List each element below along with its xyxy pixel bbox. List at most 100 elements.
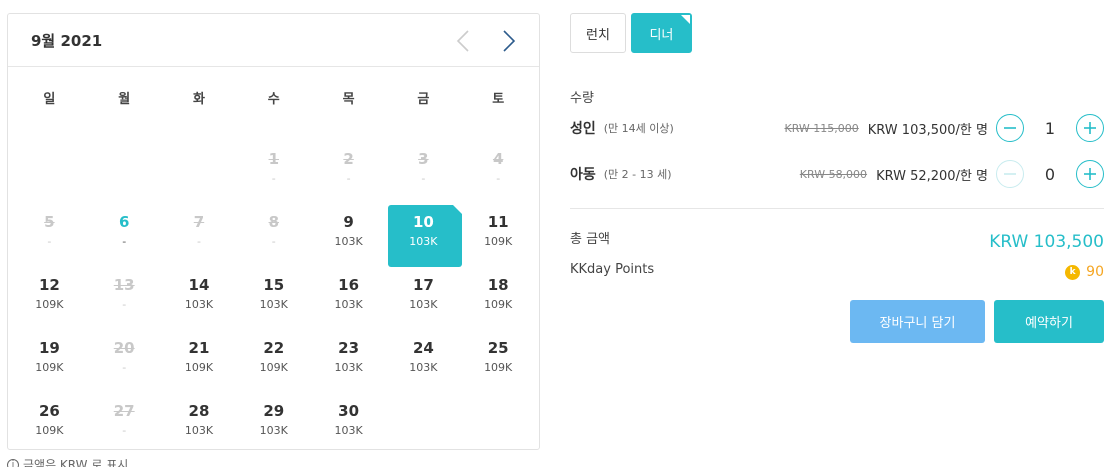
selected-corner-marker — [680, 15, 690, 24]
calendar-day-4: 4- — [461, 130, 536, 193]
calendar-day-11[interactable]: 11 109K — [461, 193, 536, 256]
meal-tabs: 런치 디너 — [570, 13, 692, 53]
original-price: KRW 58,000 — [799, 167, 868, 181]
day-number: 27 — [113, 402, 135, 420]
calendar-day-1: 1- — [236, 130, 311, 193]
calendar-day-12[interactable]: 12 109K — [12, 256, 87, 319]
quantity-age-range: (만 2 - 13 세) — [603, 168, 672, 181]
day-price: 103K — [409, 361, 438, 374]
total-value: KRW 103,500 — [989, 232, 1104, 252]
calendar-day-22[interactable]: 22 109K — [236, 319, 311, 382]
day-number: 14 — [188, 276, 210, 294]
info-icon: i — [7, 458, 19, 467]
day-price: 103K — [334, 298, 363, 311]
day-price: - — [122, 424, 127, 437]
calendar-day-23[interactable]: 23 103K — [311, 319, 386, 382]
quantity-title: 수량 — [570, 91, 594, 106]
calendar-day-20: 20 - — [87, 319, 162, 382]
child-quantity-value: 0 — [1044, 164, 1056, 184]
calendar: 9월 2021 일 월 화 수 목 금 토 1-2-3-4-5-6-7-8-91… — [7, 13, 540, 450]
day-price: 109K — [484, 361, 513, 374]
calendar-day-7: 7- — [162, 193, 237, 256]
day-number: 15 — [263, 276, 285, 294]
day-number: 25 — [487, 339, 509, 357]
calendar-day-30[interactable]: 30 103K — [311, 382, 386, 445]
day-price: 103K — [409, 298, 438, 311]
day-number: 6 — [118, 213, 130, 231]
day-price: - — [421, 172, 426, 185]
quantity-row-child: 아동 (만 2 - 13 세) KRW 58,000 KRW 52,200/한 … — [570, 158, 1104, 190]
day-price: 109K — [35, 361, 64, 374]
tab-lunch[interactable]: 런치 — [570, 13, 626, 53]
calendar-day-8: 8- — [236, 193, 311, 256]
day-number: 12 — [38, 276, 60, 294]
day-number: 28 — [188, 402, 210, 420]
calendar-day-24[interactable]: 24 103K — [386, 319, 461, 382]
decrease-child-button[interactable] — [996, 160, 1024, 188]
plus-icon — [1084, 122, 1096, 134]
book-now-button[interactable]: 예약하기 — [994, 300, 1104, 343]
day-number: 13 — [113, 276, 135, 294]
calendar-empty-cell — [386, 382, 461, 445]
calendar-day-6[interactable]: 6- — [87, 193, 162, 256]
tab-dinner[interactable]: 디너 — [630, 13, 692, 53]
day-number: 26 — [38, 402, 60, 420]
tab-label: 디너 — [649, 27, 674, 43]
chevron-right-icon — [503, 30, 516, 52]
weekday-label: 일 — [43, 92, 56, 107]
increase-adult-button[interactable] — [1076, 114, 1104, 142]
minus-icon — [1004, 173, 1016, 175]
calendar-day-29[interactable]: 29 103K — [236, 382, 311, 445]
day-price: 109K — [35, 298, 64, 311]
quantity-label: 성인 — [570, 121, 596, 137]
calendar-day-14[interactable]: 14 103K — [162, 256, 237, 319]
calendar-day-26[interactable]: 26 109K — [12, 382, 87, 445]
day-number: 9 — [343, 213, 354, 231]
day-price: - — [122, 361, 127, 374]
prev-month-button[interactable] — [451, 26, 475, 56]
original-price: KRW 115,000 — [784, 121, 859, 135]
calendar-day-21[interactable]: 21 109K — [162, 319, 237, 382]
calendar-day-19[interactable]: 19 109K — [12, 319, 87, 382]
day-number: 2 — [343, 150, 354, 168]
day-number: 5 — [44, 213, 55, 231]
calendar-day-18[interactable]: 18 109K — [461, 256, 536, 319]
day-price: 103K — [334, 235, 363, 248]
weekday-label: 토 — [492, 92, 505, 107]
footnote-text: 금액은 KRW 로 표시 — [23, 458, 129, 467]
calendar-day-9[interactable]: 9 103K — [311, 193, 386, 256]
weekday-label: 수 — [267, 92, 280, 107]
points-value: k 90 — [1065, 264, 1104, 280]
chevron-left-icon — [456, 30, 469, 52]
day-number: 19 — [38, 339, 60, 357]
day-price: 109K — [484, 298, 513, 311]
day-number: 24 — [412, 339, 434, 357]
tab-label: 런치 — [586, 27, 610, 43]
day-price: - — [271, 172, 276, 185]
calendar-day-25[interactable]: 25 109K — [461, 319, 536, 382]
quantity-label: 아동 — [570, 167, 596, 183]
calendar-day-16[interactable]: 16 103K — [311, 256, 386, 319]
calendar-day-27: 27 - — [87, 382, 162, 445]
calendar-header: 9월 2021 — [8, 14, 539, 67]
day-price: 103K — [334, 424, 363, 437]
quantity-row-adult: 성인 (만 14세 이상) KRW 115,000 KRW 103,500/한 … — [570, 112, 1104, 144]
day-price: - — [122, 235, 127, 248]
weekday-label: 목 — [342, 92, 355, 107]
day-number: 22 — [263, 339, 285, 357]
day-price: 109K — [484, 235, 513, 248]
calendar-day-28[interactable]: 28 103K — [162, 382, 237, 445]
day-price: - — [496, 172, 501, 185]
day-number: 8 — [268, 213, 279, 231]
increase-child-button[interactable] — [1076, 160, 1104, 188]
decrease-adult-button[interactable] — [996, 114, 1024, 142]
calendar-day-10[interactable]: 10 103K — [386, 193, 462, 267]
add-to-cart-button[interactable]: 장바구니 담기 — [850, 300, 985, 343]
calendar-day-15[interactable]: 15 103K — [236, 256, 311, 319]
day-number: 29 — [263, 402, 285, 420]
calendar-empty-cell — [12, 130, 87, 193]
day-number: 20 — [113, 339, 135, 357]
next-month-button[interactable] — [497, 26, 521, 56]
calendar-day-17[interactable]: 17 103K — [386, 256, 461, 319]
day-number: 7 — [193, 213, 205, 231]
